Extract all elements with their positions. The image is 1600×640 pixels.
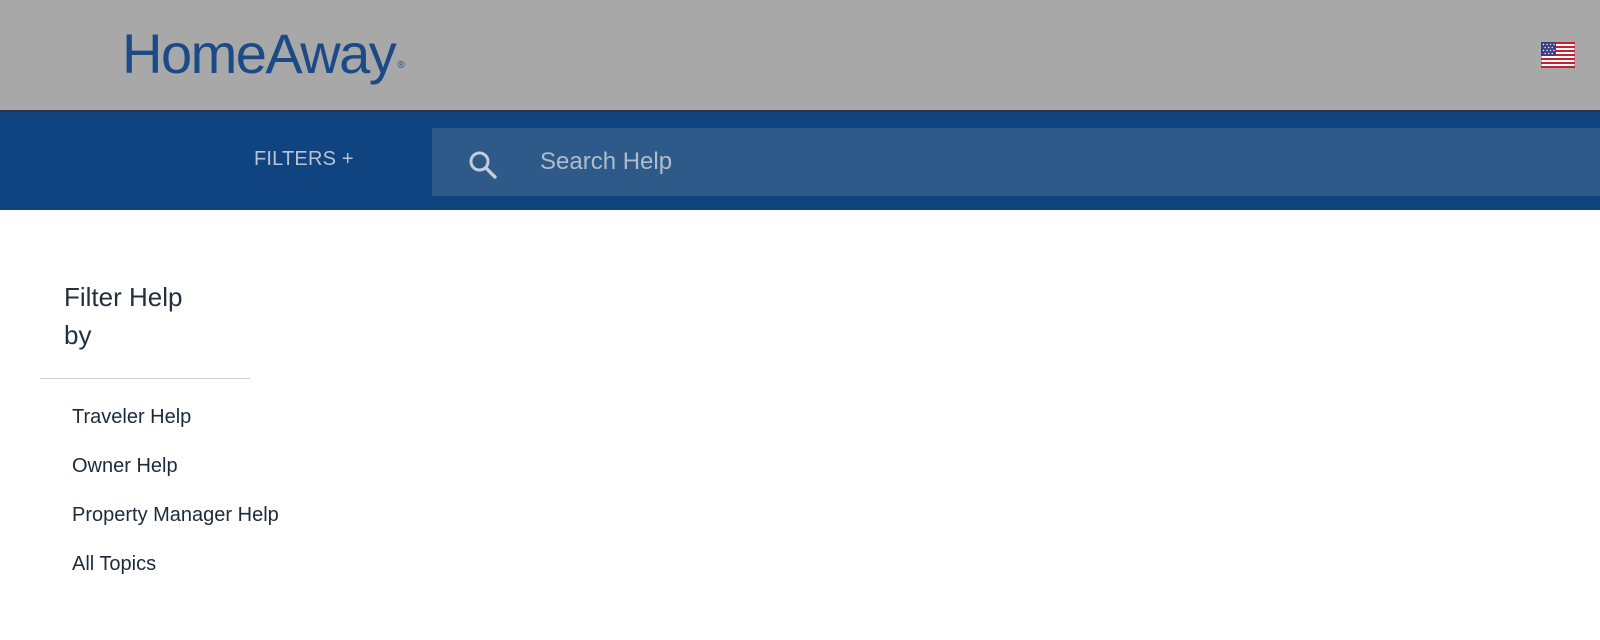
list-item: Owner Help [72,452,310,501]
filter-traveler-help-link[interactable]: Traveler Help [72,406,191,428]
us-flag-icon[interactable] [1541,42,1575,68]
list-item: All Topics [72,550,310,599]
list-item: Traveler Help [72,403,310,452]
filter-help-title: Filter Help by [64,282,183,350]
filters-toggle-button[interactable]: FILTERS + [254,148,354,171]
search-icon[interactable] [468,150,498,180]
help-nav-bar: FILTERS + [0,112,1600,210]
top-header: HomeAway ® [0,0,1600,112]
search-help-input[interactable] [540,142,1580,182]
filter-help-panel: Filter Help by Traveler Help Owner Help … [40,278,310,599]
filter-options-list: Traveler Help Owner Help Property Manage… [72,403,310,599]
list-item: Property Manager Help [72,501,310,550]
filter-all-topics-link[interactable]: All Topics [72,553,156,575]
filter-divider [40,378,250,379]
homeaway-logo[interactable]: HomeAway ® [122,22,405,86]
logo-text: HomeAway [122,22,397,85]
registered-mark: ® [397,60,405,71]
filter-owner-help-link[interactable]: Owner Help [72,455,178,477]
filter-property-manager-help-link[interactable]: Property Manager Help [72,504,279,526]
search-bar [432,128,1600,196]
